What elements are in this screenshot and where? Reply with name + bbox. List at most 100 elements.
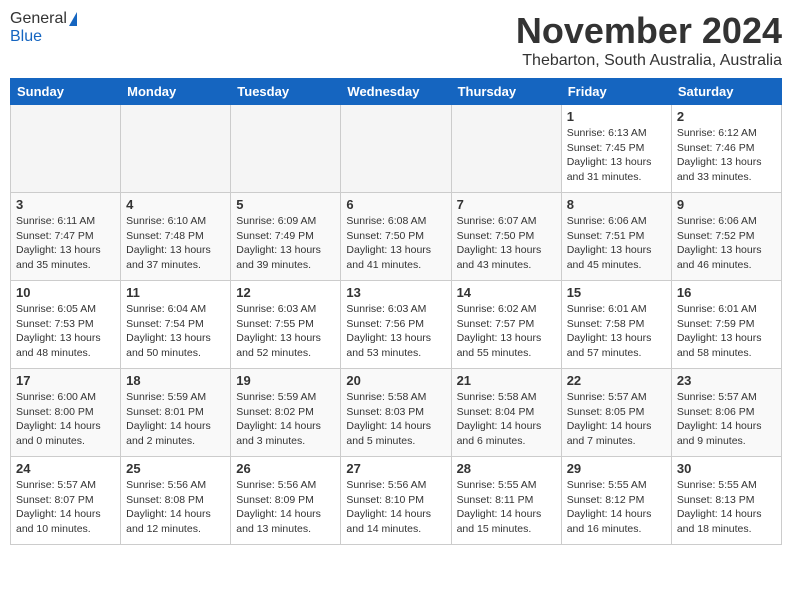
month-title: November 2024 [516,10,782,52]
day-number: 29 [567,461,666,476]
calendar-cell: 28 Sunrise: 5:55 AM Sunset: 8:11 PM Dayli… [451,457,561,545]
calendar-cell: 16 Sunrise: 6:01 AM Sunset: 7:59 PM Dayli… [671,281,781,369]
day-number: 3 [16,197,115,212]
header-friday: Friday [561,79,671,105]
day-number: 24 [16,461,115,476]
day-info: Sunrise: 5:58 AM Sunset: 8:04 PM Dayligh… [457,390,556,449]
calendar-cell: 12Sunrise: 6:03 AM Sunset: 7:55 PM Dayli… [231,281,341,369]
day-number: 11 [126,285,225,300]
calendar-cell: 13 Sunrise: 6:03 AM Sunset: 7:56 PM Dayli… [341,281,451,369]
day-info: Sunrise: 5:57 AM Sunset: 8:05 PM Dayligh… [567,390,666,449]
day-number: 17 [16,373,115,388]
calendar-cell: 29Sunrise: 5:55 AM Sunset: 8:12 PM Dayli… [561,457,671,545]
day-number: 28 [457,461,556,476]
day-info: Sunrise: 6:00 AM Sunset: 8:00 PM Dayligh… [16,390,115,449]
calendar-cell: 3 Sunrise: 6:11 AM Sunset: 7:47 PM Daylig… [11,193,121,281]
calendar-cell: 20Sunrise: 5:58 AM Sunset: 8:03 PM Dayli… [341,369,451,457]
day-number: 10 [16,285,115,300]
title-section: November 2024 Thebarton, South Australia… [516,10,782,70]
logo: General Blue [10,10,77,46]
day-number: 4 [126,197,225,212]
calendar-cell: 21 Sunrise: 5:58 AM Sunset: 8:04 PM Dayli… [451,369,561,457]
day-info: Sunrise: 5:56 AM Sunset: 8:09 PM Dayligh… [236,478,335,537]
day-info: Sunrise: 6:08 AM Sunset: 7:50 PM Dayligh… [346,214,445,273]
day-info: Sunrise: 5:59 AM Sunset: 8:01 PM Dayligh… [126,390,225,449]
calendar-cell: 7Sunrise: 6:07 AM Sunset: 7:50 PM Daylig… [451,193,561,281]
calendar-cell [341,105,451,193]
calendar-cell [121,105,231,193]
calendar-cell: 14Sunrise: 6:02 AM Sunset: 7:57 PM Dayli… [451,281,561,369]
header-saturday: Saturday [671,79,781,105]
calendar-cell: 25 Sunrise: 5:56 AM Sunset: 8:08 PM Dayli… [121,457,231,545]
day-info: Sunrise: 6:03 AM Sunset: 7:56 PM Dayligh… [346,302,445,361]
calendar-cell: 5 Sunrise: 6:09 AM Sunset: 7:49 PM Daylig… [231,193,341,281]
day-number: 26 [236,461,335,476]
day-info: Sunrise: 5:55 AM Sunset: 8:11 PM Dayligh… [457,478,556,537]
day-number: 18 [126,373,225,388]
day-info: Sunrise: 6:06 AM Sunset: 7:52 PM Dayligh… [677,214,776,273]
day-info: Sunrise: 5:55 AM Sunset: 8:13 PM Dayligh… [677,478,776,537]
calendar-cell: 8 Sunrise: 6:06 AM Sunset: 7:51 PM Daylig… [561,193,671,281]
calendar-cell: 17 Sunrise: 6:00 AM Sunset: 8:00 PM Dayli… [11,369,121,457]
day-number: 22 [567,373,666,388]
day-info: Sunrise: 6:13 AM Sunset: 7:45 PM Dayligh… [567,126,666,185]
calendar-cell: 2 Sunrise: 6:12 AM Sunset: 7:46 PM Daylig… [671,105,781,193]
day-info: Sunrise: 5:57 AM Sunset: 8:06 PM Dayligh… [677,390,776,449]
calendar-cell: 11 Sunrise: 6:04 AM Sunset: 7:54 PM Dayli… [121,281,231,369]
day-info: Sunrise: 5:57 AM Sunset: 8:07 PM Dayligh… [16,478,115,537]
day-info: Sunrise: 6:01 AM Sunset: 7:58 PM Dayligh… [567,302,666,361]
calendar-cell [11,105,121,193]
day-info: Sunrise: 5:56 AM Sunset: 8:08 PM Dayligh… [126,478,225,537]
calendar-cell: 15Sunrise: 6:01 AM Sunset: 7:58 PM Dayli… [561,281,671,369]
calendar-cell: 26 Sunrise: 5:56 AM Sunset: 8:09 PM Dayli… [231,457,341,545]
calendar-cell: 24 Sunrise: 5:57 AM Sunset: 8:07 PM Dayli… [11,457,121,545]
day-info: Sunrise: 5:58 AM Sunset: 8:03 PM Dayligh… [346,390,445,449]
calendar-cell: 30 Sunrise: 5:55 AM Sunset: 8:13 PM Dayli… [671,457,781,545]
day-info: Sunrise: 6:01 AM Sunset: 7:59 PM Dayligh… [677,302,776,361]
calendar-cell: 22 Sunrise: 5:57 AM Sunset: 8:05 PM Dayli… [561,369,671,457]
header-tuesday: Tuesday [231,79,341,105]
day-info: Sunrise: 6:05 AM Sunset: 7:53 PM Dayligh… [16,302,115,361]
day-info: Sunrise: 6:10 AM Sunset: 7:48 PM Dayligh… [126,214,225,273]
day-number: 8 [567,197,666,212]
day-info: Sunrise: 5:56 AM Sunset: 8:10 PM Dayligh… [346,478,445,537]
week-row-3: 17 Sunrise: 6:00 AM Sunset: 8:00 PM Dayli… [11,369,782,457]
day-number: 2 [677,109,776,124]
week-row-1: 3 Sunrise: 6:11 AM Sunset: 7:47 PM Daylig… [11,193,782,281]
day-number: 12 [236,285,335,300]
day-number: 27 [346,461,445,476]
header-monday: Monday [121,79,231,105]
logo-icon [69,12,77,26]
header-thursday: Thursday [451,79,561,105]
location-title: Thebarton, South Australia, Australia [516,52,782,70]
day-number: 5 [236,197,335,212]
calendar-cell: 10 Sunrise: 6:05 AM Sunset: 7:53 PM Dayli… [11,281,121,369]
calendar-cell: 6 Sunrise: 6:08 AM Sunset: 7:50 PM Daylig… [341,193,451,281]
day-number: 25 [126,461,225,476]
day-number: 23 [677,373,776,388]
week-row-2: 10 Sunrise: 6:05 AM Sunset: 7:53 PM Dayli… [11,281,782,369]
day-info: Sunrise: 6:12 AM Sunset: 7:46 PM Dayligh… [677,126,776,185]
header-wednesday: Wednesday [341,79,451,105]
calendar-cell: 18 Sunrise: 5:59 AM Sunset: 8:01 PM Dayli… [121,369,231,457]
logo-blue-text: Blue [10,28,42,46]
day-number: 21 [457,373,556,388]
day-info: Sunrise: 6:04 AM Sunset: 7:54 PM Dayligh… [126,302,225,361]
day-number: 9 [677,197,776,212]
logo-general-text: General [10,10,67,28]
week-row-0: 1 Sunrise: 6:13 AM Sunset: 7:45 PM Daylig… [11,105,782,193]
day-number: 16 [677,285,776,300]
day-number: 7 [457,197,556,212]
day-info: Sunrise: 6:11 AM Sunset: 7:47 PM Dayligh… [16,214,115,273]
day-info: Sunrise: 6:09 AM Sunset: 7:49 PM Dayligh… [236,214,335,273]
day-number: 13 [346,285,445,300]
calendar-header-row: SundayMondayTuesdayWednesdayThursdayFrid… [11,79,782,105]
day-number: 6 [346,197,445,212]
calendar-cell [231,105,341,193]
calendar-cell [451,105,561,193]
day-number: 1 [567,109,666,124]
day-number: 30 [677,461,776,476]
day-info: Sunrise: 6:06 AM Sunset: 7:51 PM Dayligh… [567,214,666,273]
day-info: Sunrise: 6:02 AM Sunset: 7:57 PM Dayligh… [457,302,556,361]
week-row-4: 24 Sunrise: 5:57 AM Sunset: 8:07 PM Dayli… [11,457,782,545]
